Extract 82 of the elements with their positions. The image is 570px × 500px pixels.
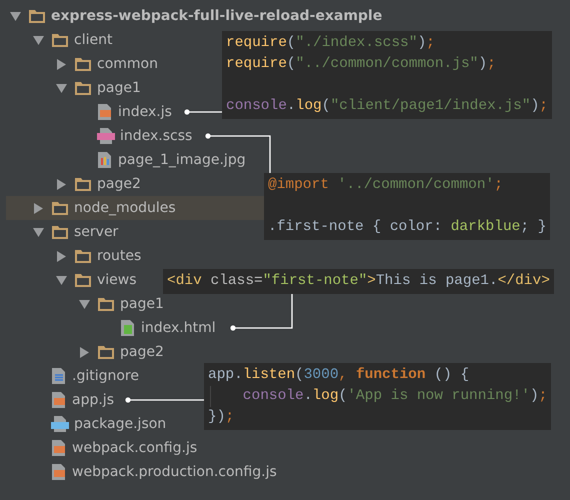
folder-icon <box>51 224 69 240</box>
tree-row[interactable]: webpack.production.config.js <box>6 460 277 484</box>
folder-name: common <box>97 56 158 72</box>
code-line: console.log("client/page1/index.js"); <box>226 97 548 116</box>
folder-name: page2 <box>120 344 164 360</box>
code-line: .first-note { color: darkblue; } <box>268 218 546 237</box>
code-line: @import '../common/common'; <box>268 176 504 195</box>
expanded-arrow-icon[interactable] <box>32 36 44 44</box>
tree-row[interactable]: views <box>6 268 137 292</box>
folder-name: page1 <box>120 296 164 312</box>
leader-line <box>184 109 222 115</box>
file-name: package.json <box>74 416 166 432</box>
folder-name: express-webpack-full-live-reload-example <box>51 8 382 24</box>
folder-icon <box>74 272 92 288</box>
collapsed-arrow-icon[interactable] <box>56 178 66 190</box>
code-line: console.log('App is now running!'); <box>208 386 548 407</box>
folder-icon <box>74 80 92 96</box>
tree-row[interactable]: index.js <box>6 100 172 124</box>
folder-name: page1 <box>97 80 141 96</box>
js-file-icon <box>51 439 67 457</box>
js-file-icon <box>51 463 67 481</box>
folder-icon <box>74 176 92 192</box>
code-line: <div class="first-note">This is page1.</div> <box>167 272 550 291</box>
js-file-icon <box>51 391 67 409</box>
tree-row[interactable]: page2 <box>6 340 164 364</box>
tree-row[interactable]: index.scss <box>6 124 192 148</box>
folder-name: page2 <box>97 176 141 192</box>
folder-icon <box>97 344 115 360</box>
tree-row[interactable]: page_1_image.jpg <box>6 148 246 172</box>
tree-row[interactable]: page1 <box>6 76 141 100</box>
expanded-arrow-icon[interactable] <box>56 276 66 284</box>
tree-row[interactable]: client <box>6 28 112 52</box>
file-name: app.js <box>72 392 114 408</box>
folder-name: views <box>97 272 137 288</box>
folder-name: server <box>74 224 118 240</box>
tree-row[interactable]: common <box>6 52 158 76</box>
json-file-icon <box>51 415 69 433</box>
html-file-icon <box>120 319 136 337</box>
tree-row[interactable]: index.html <box>6 316 216 340</box>
collapsed-arrow-icon[interactable] <box>34 202 42 214</box>
file-name: index.html <box>141 320 216 336</box>
folder-icon <box>74 56 92 72</box>
collapsed-arrow-icon[interactable] <box>80 346 88 358</box>
expanded-arrow-icon[interactable] <box>10 12 20 20</box>
expanded-arrow-icon[interactable] <box>32 228 44 236</box>
tree-row[interactable]: page2 <box>6 172 141 196</box>
expanded-arrow-icon[interactable] <box>56 84 66 92</box>
folder-icon <box>28 8 46 24</box>
file-name: webpack.config.js <box>72 440 198 456</box>
code-line: require("../common/common.js"); <box>226 55 497 74</box>
folder-icon <box>74 248 92 264</box>
folder-name: node_modules <box>74 200 176 216</box>
code-line: }); <box>208 408 236 427</box>
code-line: app.listen(3000, function () { <box>208 366 470 385</box>
sass-file-icon <box>97 127 115 145</box>
collapsed-arrow-icon[interactable] <box>56 58 66 70</box>
code-line: require("./index.scss"); <box>226 34 436 53</box>
file-name: index.scss <box>120 128 192 144</box>
text-file-icon <box>51 367 67 385</box>
folder-icon <box>51 200 69 216</box>
file-name: webpack.production.config.js <box>72 464 277 480</box>
tree-row[interactable]: routes <box>6 244 142 268</box>
folder-name: client <box>74 32 112 48</box>
tree-row[interactable]: page1 <box>6 292 164 316</box>
folder-icon <box>51 32 69 48</box>
tree-row[interactable]: app.js <box>6 388 114 412</box>
folder-name: routes <box>97 248 142 264</box>
tree-row[interactable]: package.json <box>6 412 166 436</box>
folder-icon <box>97 296 115 312</box>
js-file-icon <box>97 103 113 121</box>
expanded-arrow-icon[interactable] <box>78 300 90 308</box>
collapsed-arrow-icon[interactable] <box>56 250 66 262</box>
tree-row[interactable]: .gitignore <box>6 364 139 388</box>
tree-row[interactable]: node_modules <box>6 196 264 220</box>
tree-row[interactable]: server <box>6 220 118 244</box>
leader-line <box>230 291 293 331</box>
file-name: page_1_image.jpg <box>118 152 246 168</box>
image-file-icon <box>97 151 113 169</box>
tree-row[interactable]: express-webpack-full-live-reload-example <box>6 4 382 28</box>
file-name: .gitignore <box>72 368 139 384</box>
tree-row[interactable]: webpack.config.js <box>6 436 198 460</box>
file-name: index.js <box>118 104 172 120</box>
